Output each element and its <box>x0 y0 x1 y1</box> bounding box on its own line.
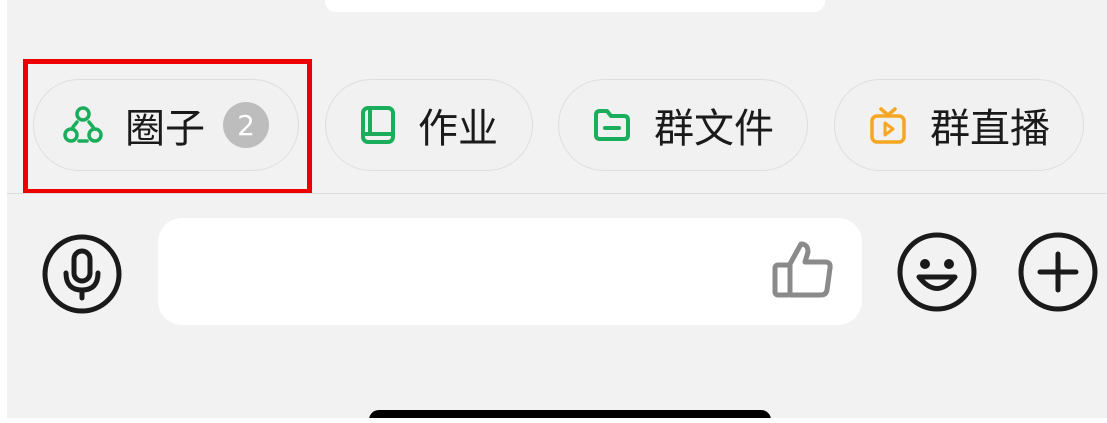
divider <box>7 193 1107 194</box>
message-input[interactable] <box>158 218 862 325</box>
like-button[interactable] <box>771 238 835 304</box>
home-indicator <box>369 410 771 418</box>
message-card-edge <box>325 0 825 12</box>
tv-live-icon <box>868 105 908 145</box>
chat-bottom-panel: 圈子 2 作业 群文件 群直播 <box>7 0 1107 418</box>
emoji-button[interactable] <box>895 230 979 318</box>
chip-group-files[interactable]: 群文件 <box>558 79 808 171</box>
thumbs-up-icon <box>771 241 835 304</box>
smiley-face-icon <box>895 232 979 318</box>
add-button[interactable] <box>1016 230 1100 318</box>
chip-group-files-label: 群文件 <box>654 106 774 152</box>
highlight-box <box>23 59 312 194</box>
chip-group-live[interactable]: 群直播 <box>834 79 1084 171</box>
folder-icon <box>592 107 632 143</box>
chip-homework[interactable]: 作业 <box>325 79 533 171</box>
chip-homework-label: 作业 <box>418 106 498 152</box>
plus-icon <box>1016 232 1100 318</box>
voice-button[interactable] <box>41 233 123 319</box>
chip-group-live-label: 群直播 <box>930 106 1050 152</box>
microphone-icon <box>41 234 123 319</box>
homework-book-icon <box>360 105 396 145</box>
